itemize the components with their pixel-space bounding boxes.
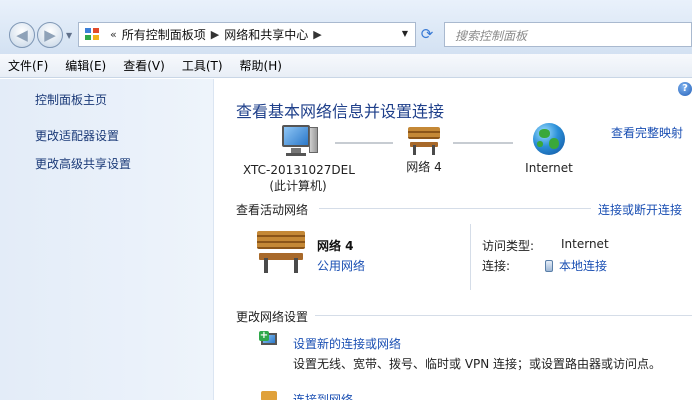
menu-bar: 文件(F) 编辑(E) 查看(V) 工具(T) 帮助(H) <box>0 54 692 78</box>
map-node-computer[interactable]: XTC-20131027DEL (此计算机) <box>243 123 355 194</box>
active-networks-header: 查看活动网络 <box>236 203 309 217</box>
map-node-internet[interactable]: Internet <box>517 123 581 176</box>
main-panel: ? 查看基本网络信息并设置连接 查看完整映射 XTC-20131027DEL (… <box>215 79 692 400</box>
connection-value[interactable]: 本地连接 <box>559 257 607 274</box>
map-node-network[interactable]: 网络 4 <box>397 127 451 175</box>
menu-help[interactable]: 帮助(H) <box>240 57 282 74</box>
network-name: 网络 4 <box>406 160 442 174</box>
task-description: 设置无线、宽带、拨号、临时或 VPN 连接；或设置路由器或访问点。 <box>293 357 662 371</box>
connection-link[interactable]: 本地连接 <box>545 257 607 274</box>
menu-edit[interactable]: 编辑(E) <box>65 57 106 74</box>
sidebar-item-control-panel-home[interactable]: 控制面板主页 <box>35 91 213 108</box>
view-full-map-link[interactable]: 查看完整映射 <box>611 124 683 141</box>
access-type-value: Internet <box>561 237 609 251</box>
access-type-label: 访问类型: <box>482 239 535 253</box>
connection-label: 连接: <box>482 259 511 273</box>
connect-network-icon <box>259 387 281 400</box>
task-title[interactable]: 设置新的连接或网络 <box>293 335 401 352</box>
computer-sub: (此计算机) <box>269 179 327 193</box>
breadcrumb-network-sharing-center[interactable]: 网络和共享中心 <box>224 26 308 43</box>
forward-button[interactable]: ▶ <box>37 22 63 48</box>
address-bar[interactable]: « 所有控制面板项 ▶ 网络和共享中心 ▶ ▼ <box>78 22 416 47</box>
refresh-icon[interactable]: ⟳ <box>418 25 436 43</box>
change-settings-header: 更改网络设置 <box>236 310 309 324</box>
globe-icon <box>533 123 565 155</box>
new-connection-icon: + <box>259 331 281 351</box>
computer-name: XTC-20131027DEL <box>243 163 355 177</box>
section-divider <box>319 208 591 209</box>
active-network-name: 网络 4 <box>317 239 354 253</box>
bench-network-icon <box>257 231 305 273</box>
menu-view[interactable]: 查看(V) <box>123 57 165 74</box>
sidebar-item-change-advanced-sharing[interactable]: 更改高级共享设置 <box>35 155 213 172</box>
section-divider <box>315 315 692 316</box>
map-connector-line <box>453 142 513 144</box>
help-icon[interactable]: ? <box>678 82 692 96</box>
back-button[interactable]: ◀ <box>9 22 35 48</box>
active-network-icon <box>257 231 305 277</box>
network-type-link[interactable]: 公用网络 <box>317 257 365 274</box>
recent-pages-dropdown[interactable]: ▼ <box>66 31 72 40</box>
breadcrumb-overflow[interactable]: « <box>110 28 117 41</box>
address-dropdown-icon[interactable]: ▼ <box>402 29 408 38</box>
bench-network-icon <box>408 127 440 155</box>
address-toolbar: ◀ ▶ ▼ « 所有控制面板项 ▶ 网络和共享中心 ▶ ▼ ⟳ 搜索控制面板 <box>0 0 692 54</box>
sidebar-item-change-adapter-settings[interactable]: 更改适配器设置 <box>35 127 213 144</box>
connect-disconnect-link[interactable]: 连接或断开连接 <box>598 201 682 218</box>
vertical-divider <box>470 224 471 290</box>
task-title[interactable]: 连接到网络 <box>293 391 353 400</box>
menu-file[interactable]: 文件(F) <box>8 57 48 74</box>
breadcrumb-all-control-panel-items[interactable]: 所有控制面板项 <box>122 26 206 43</box>
sidebar: 控制面板主页 更改适配器设置 更改高级共享设置 <box>0 79 214 400</box>
page-title: 查看基本网络信息并设置连接 <box>236 102 445 121</box>
breadcrumb-separator-icon[interactable]: ▶ <box>313 28 321 41</box>
arrow-right-icon: ▶ <box>44 26 56 44</box>
search-input[interactable]: 搜索控制面板 <box>444 22 692 47</box>
control-panel-icon <box>85 27 101 42</box>
internet-label: Internet <box>525 161 573 175</box>
arrow-left-icon: ◀ <box>16 26 28 44</box>
computer-icon <box>278 123 318 159</box>
breadcrumb-separator-icon[interactable]: ▶ <box>211 28 219 41</box>
ethernet-icon <box>545 259 553 272</box>
menu-tools[interactable]: 工具(T) <box>182 57 223 74</box>
